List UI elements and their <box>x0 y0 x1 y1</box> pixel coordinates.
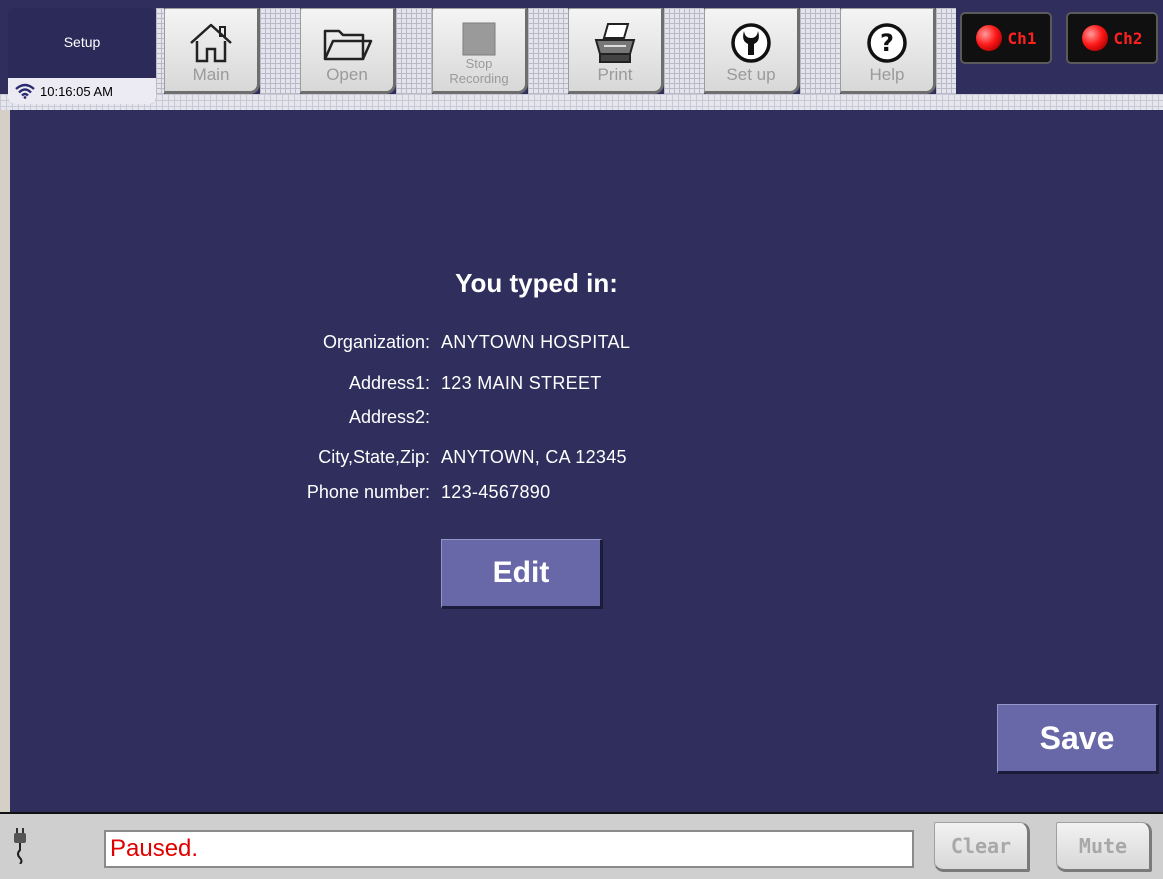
save-button[interactable]: Save <box>997 704 1159 774</box>
print-button-label: Print <box>597 65 633 84</box>
main-panel: You typed in: Organization: ANYTOWN HOSP… <box>10 110 1163 812</box>
field-value: ANYTOWN, CA 12345 <box>441 447 627 467</box>
field-label: Organization: <box>322 332 430 352</box>
stop-label-line2: Recording <box>449 71 509 86</box>
plug-icon <box>14 828 26 864</box>
mode-panel: Setup 10:16:05 AM <box>8 8 156 104</box>
toolbar-separator <box>260 8 300 94</box>
wrench-icon <box>731 23 771 63</box>
wifi-icon <box>15 83 35 99</box>
field-label: Address2: <box>348 407 430 427</box>
stop-icon <box>462 22 496 56</box>
clock-time: 10:16:05 AM <box>40 83 113 99</box>
clear-button[interactable]: Clear <box>934 822 1030 872</box>
field-value: 123 MAIN STREET <box>441 373 602 393</box>
toolbar-separator <box>528 8 568 94</box>
channel-2-button[interactable]: Ch2 <box>1066 12 1158 64</box>
status-bar: Paused. Clear Mute <box>0 812 1163 879</box>
printer-icon <box>594 23 636 63</box>
toolbar-separator <box>664 8 704 94</box>
stop-label-line1: Stop <box>465 56 493 71</box>
channel-1-label: Ch1 <box>1007 28 1037 48</box>
mute-button[interactable]: Mute <box>1056 822 1152 872</box>
toolbar-separator <box>936 8 956 94</box>
channel-2-label: Ch2 <box>1113 28 1143 48</box>
mode-label: Setup <box>63 34 101 50</box>
field-row-city-state-zip: City,State,Zip: ANYTOWN, CA 12345 <box>10 447 1163 479</box>
main-button[interactable]: Main <box>164 8 260 94</box>
setup-button[interactable]: Set up <box>704 8 800 94</box>
channel-1-button[interactable]: Ch1 <box>960 12 1052 64</box>
folder-icon <box>323 29 373 61</box>
stop-recording-label: Stop Recording <box>433 56 525 86</box>
edit-button[interactable]: Edit <box>441 539 603 609</box>
main-button-label: Main <box>192 65 230 84</box>
toolbar-separator <box>396 8 432 94</box>
open-button[interactable]: Open <box>300 8 396 94</box>
svg-text:?: ? <box>880 29 894 57</box>
stop-recording-button[interactable]: Stop Recording <box>432 8 528 94</box>
field-row-organization: Organization: ANYTOWN HOSPITAL <box>10 332 1163 364</box>
help-button-label: Help <box>869 65 905 84</box>
help-icon: ? <box>867 23 907 63</box>
open-button-label: Open <box>326 65 368 84</box>
home-icon <box>190 23 232 63</box>
setup-button-label: Set up <box>726 65 776 84</box>
top-toolbar: Setup 10:16:05 AM Main Open Stop Recordi… <box>0 0 1163 110</box>
field-label: Address1: <box>348 373 430 393</box>
field-row-phone: Phone number: 123-4567890 <box>10 482 1163 514</box>
field-value: ANYTOWN HOSPITAL <box>441 332 631 352</box>
field-row-address2: Address2: <box>10 407 1163 439</box>
help-button[interactable]: ? Help <box>840 8 936 94</box>
led-indicator-icon <box>1081 25 1108 51</box>
led-indicator-icon <box>975 25 1002 51</box>
status-message: Paused. <box>104 830 914 868</box>
toolbar-separator <box>156 8 164 94</box>
page-heading: You typed in: <box>455 268 618 298</box>
field-label: Phone number: <box>306 482 430 502</box>
toolbar-grid-strip <box>0 94 1163 110</box>
field-label: City,State,Zip: <box>318 447 430 467</box>
print-button[interactable]: Print <box>568 8 664 94</box>
field-row-address1: Address1: 123 MAIN STREET <box>10 373 1163 405</box>
toolbar-separator <box>800 8 840 94</box>
field-value: 123-4567890 <box>441 482 551 502</box>
clock-row: 10:16:05 AM <box>8 78 156 104</box>
